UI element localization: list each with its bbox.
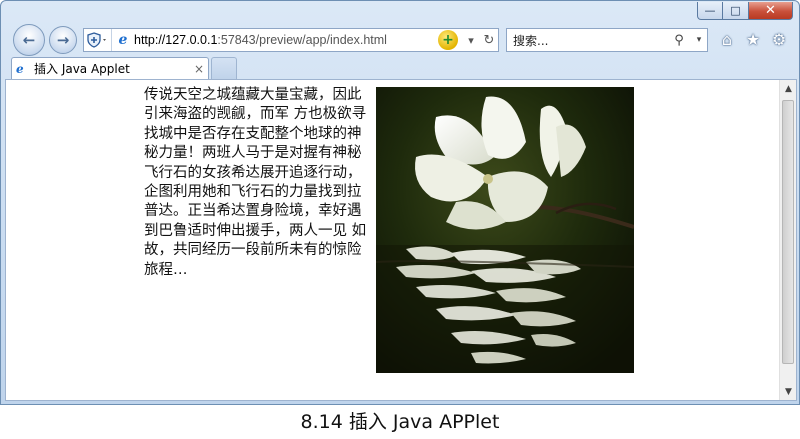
vertical-scrollbar[interactable]: ▲ ▼ xyxy=(779,80,796,400)
back-button[interactable]: ← xyxy=(13,24,45,56)
scroll-down-icon[interactable]: ▼ xyxy=(780,383,796,400)
scroll-thumb[interactable] xyxy=(782,100,794,364)
maximize-button[interactable]: □ xyxy=(723,2,749,20)
refresh-icon[interactable]: ↻ xyxy=(480,29,498,51)
compatibility-view-button[interactable] xyxy=(84,29,112,51)
ie-page-icon: e xyxy=(16,61,24,76)
search-icon[interactable]: ⚲ xyxy=(667,33,691,48)
ie-page-icon: e xyxy=(118,32,128,48)
dropdown-arrow-icon[interactable]: ▾ xyxy=(462,29,480,51)
page-content: 传说天空之城蕴藏大量宝藏，因此引来海盗的觊觎，而军 方也极欲寻找城中是否存在支配… xyxy=(5,79,797,401)
gear-icon[interactable]: ⚙ xyxy=(771,30,787,49)
home-icon[interactable]: ⌂ xyxy=(719,30,735,49)
tab-insert-java-applet[interactable]: e 插入 Java Applet × xyxy=(11,57,209,79)
arrow-right-icon: → xyxy=(56,31,70,49)
minimize-button[interactable]: — xyxy=(697,2,723,20)
article-text: 传说天空之城蕴藏大量宝藏，因此引来海盗的觊觎，而军 方也极欲寻找城中是否存在支配… xyxy=(144,87,367,278)
article: 传说天空之城蕴藏大量宝藏，因此引来海盗的觊觎，而军 方也极欲寻找城中是否存在支配… xyxy=(144,86,634,373)
browser-window: — □ ✕ ← → e http://127.0.0.1:57843/previ… xyxy=(0,0,800,405)
figure-caption: 8.14 插入 Java APPlet xyxy=(300,411,500,433)
window-controls: — □ ✕ xyxy=(697,2,793,20)
forward-button[interactable]: → xyxy=(49,26,77,54)
close-button[interactable]: ✕ xyxy=(749,2,793,20)
navigation-bar: ← → e http://127.0.0.1:57843/preview/app… xyxy=(1,23,799,57)
tab-label: 插入 Java Applet xyxy=(34,62,130,76)
magnolia-reflection-image xyxy=(376,87,634,373)
scroll-up-icon[interactable]: ▲ xyxy=(780,80,796,97)
search-input[interactable]: 搜索... xyxy=(513,32,667,49)
toolbar-icons: ⌂ ★ ⚙ xyxy=(719,30,787,49)
tab-close-icon[interactable]: × xyxy=(190,62,208,76)
url-path: :57843/preview/app/index.html xyxy=(217,33,387,47)
shield-plus-icon xyxy=(86,32,106,48)
arrow-left-icon: ← xyxy=(22,31,36,49)
url-field[interactable]: http://127.0.0.1:57843/preview/app/index… xyxy=(134,33,438,47)
address-bar[interactable]: e http://127.0.0.1:57843/preview/app/ind… xyxy=(83,28,499,52)
addon-icon[interactable]: + xyxy=(438,30,458,50)
new-tab-button[interactable] xyxy=(211,57,237,79)
java-applet-image xyxy=(376,87,634,373)
star-icon[interactable]: ★ xyxy=(745,30,761,49)
search-dropdown-icon[interactable]: ▾ xyxy=(691,35,707,45)
search-box[interactable]: 搜索... ⚲ ▾ xyxy=(506,28,708,52)
url-host: http://127.0.0.1 xyxy=(134,33,218,47)
tab-strip: e 插入 Java Applet × xyxy=(1,57,799,79)
